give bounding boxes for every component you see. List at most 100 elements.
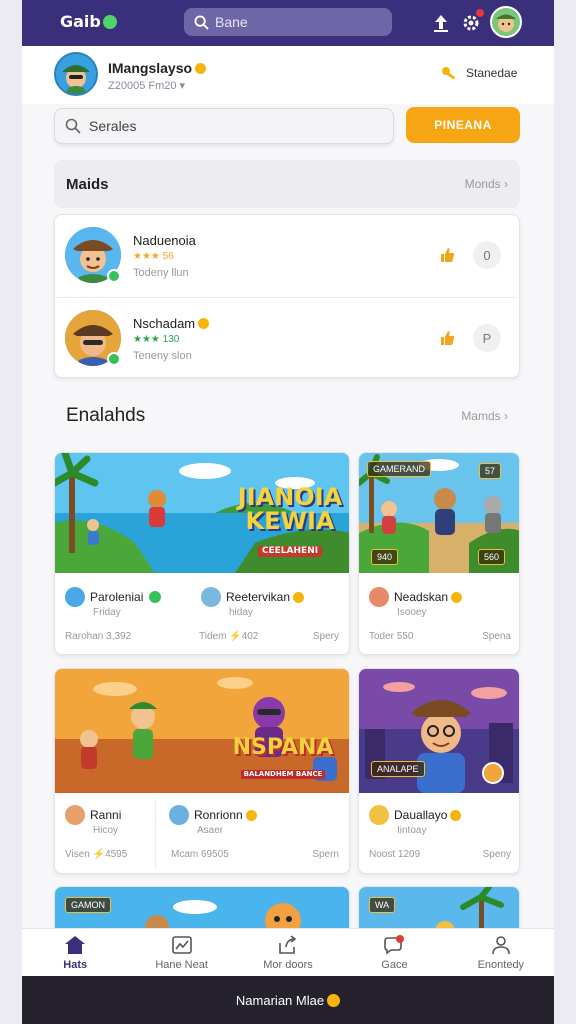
player-name-text: Paroleniai [90,590,144,604]
game-title-line: NSPANA [232,735,334,760]
nav-item-leaderboard[interactable]: Hane Neat [128,929,234,976]
player-avatar [201,587,221,607]
coin-icon [245,809,257,821]
online-indicator [107,269,121,283]
player-sub: Friday [93,607,121,618]
game-chip: 57 [478,463,501,479]
game-card-info: Neadskan Isooey Toder 550 Spena [359,573,519,654]
like-button[interactable] [437,245,457,265]
profile-name-text: IMangslayso [108,60,193,76]
friend-row[interactable]: Naduenoia ★★★ 56 Todeny llun 0 [55,215,521,297]
nav-label: Hane Neat [155,958,208,971]
game-card-image: ANALAPE [359,669,519,793]
games-section-title: Enalahds [66,405,146,426]
logo-badge-icon [102,15,117,29]
nav-label: Mor doors [263,958,313,971]
app-logo[interactable]: Gaib [60,12,117,31]
player-avatar [65,587,85,607]
games-more-link[interactable]: Mamds › [461,409,508,423]
friend-name: Naduenoia [133,233,196,248]
card-right-stat: Speny [482,849,511,860]
like-button[interactable] [437,328,457,348]
game-card[interactable]: GAMERAND 57 940 560 Neadskan Isooey Tode… [358,452,520,655]
nav-label: Hats [63,958,88,971]
player-name-text: Reetervikan [226,590,291,604]
card-right-stat: Spena [482,631,511,642]
player-name: Neadskan [369,587,463,607]
game-card-info: Paroleniai Friday Reetervikan hiday Raro… [55,573,349,654]
home-icon [65,935,86,954]
game-card[interactable]: ANALAPE Dauallayo Iintoay Noost 1209 Spe… [358,668,520,874]
profile-avatar-image [56,54,96,94]
friend-action-label: 0 [483,247,491,263]
friend-rating: ★★★ 130 [133,334,180,345]
player-stat: Rarohan 3,392 [65,631,132,642]
nav-item-home[interactable]: Hats [22,929,128,976]
coin-icon [293,591,305,603]
footer-text: Namarian Mlae [235,992,325,1008]
player-name: Ranni [65,805,121,825]
main-search-input[interactable]: Serales [54,108,394,144]
primary-action-label: PINEANA [434,118,492,132]
upload-icon [434,15,448,32]
game-card-image: JIANOIA KEWIA CEELAHENI [55,453,349,573]
logo-text: Gaib [60,12,101,31]
friend-name-text: Nschadam [133,316,196,331]
player-name-text: Dauallayo [394,808,448,822]
profile-row: IMangslayso Z20005 Fm20 ▾ Stanedae [22,46,554,104]
game-card-image: GAMERAND 57 940 560 [359,453,519,573]
friend-row[interactable]: Nschadam ★★★ 130 Teneny slon P [55,298,521,380]
player-stat: Noost 1209 [369,849,421,860]
nav-item-chat[interactable]: Gace [341,929,447,976]
profile-subtitle: Z20005 Fm20 ▾ [108,79,185,92]
player-name-text: Neadskan [394,590,449,604]
player-sub: Asaer [197,825,224,836]
player-sub: Isooey [397,607,427,618]
chevron-down-icon[interactable]: ▾ [180,80,186,92]
profile-status-label: Stanedae [466,66,518,80]
top-search-bar[interactable]: Bane [184,8,392,36]
thumbs-up-icon [441,248,455,262]
player-name-text: Ronrionn [194,808,243,822]
settings-button[interactable] [460,9,484,34]
friend-action-button[interactable]: 0 [473,241,501,269]
profile-status[interactable]: Stanedae [440,64,517,82]
games-section-header: Enalahds Mamds › [54,392,520,440]
coin-icon [198,318,210,329]
online-indicator [107,352,121,366]
friends-more-link[interactable]: Monds › [465,177,508,191]
top-bar: Gaib Bane [22,0,554,46]
game-title-art: NSPANA BALANDHEM BANCE [213,737,349,781]
friend-status: Teneny slon [133,350,192,362]
search-icon [65,118,81,134]
chat-icon [384,934,405,955]
primary-action-button[interactable]: PINEANA [406,107,520,143]
nav-item-profile[interactable]: Enontedy [448,929,554,976]
game-card[interactable]: JIANOIA KEWIA CEELAHENI Paroleniai Frida… [54,452,350,655]
game-card-info: Dauallayo Iintoay Noost 1209 Speny [359,793,519,873]
user-icon [492,935,510,954]
leaderboard-icon [171,935,192,954]
nav-item-share[interactable]: Mor doors [235,929,341,976]
friends-list: Naduenoia ★★★ 56 Todeny llun 0 Nschadam … [54,214,521,380]
player-name: Paroleniai [65,587,162,607]
search-icon [194,14,209,30]
game-card-info: Ranni Hicoy Ronrionn Asaer Visen ⚡4595 M… [55,793,349,873]
friend-action-button[interactable]: P [473,324,501,352]
game-chip: WA [369,897,396,913]
game-card[interactable]: NSPANA BALANDHEM BANCE Ranni Hicoy Ronri… [54,668,350,874]
player-stat: Tidem ⚡402 [199,631,259,642]
profile-avatar[interactable] [54,52,98,96]
app-frame: Gaib Bane IMangslayso Z20005 Fm20 ▾ Stan… [22,0,554,1024]
user-avatar[interactable] [490,6,522,38]
coin-icon [195,63,207,74]
player-stat: Visen ⚡4595 [65,849,128,860]
friends-more-label: Monds [464,177,501,191]
player-avatar [369,587,389,607]
player-sub: Iintoay [397,825,427,836]
upload-button[interactable] [430,12,452,34]
verified-icon [149,591,162,603]
coin-icon [450,809,462,821]
game-title-line: JIANOIA [237,483,343,511]
footer-bar: Namarian Mlae [22,976,554,1024]
